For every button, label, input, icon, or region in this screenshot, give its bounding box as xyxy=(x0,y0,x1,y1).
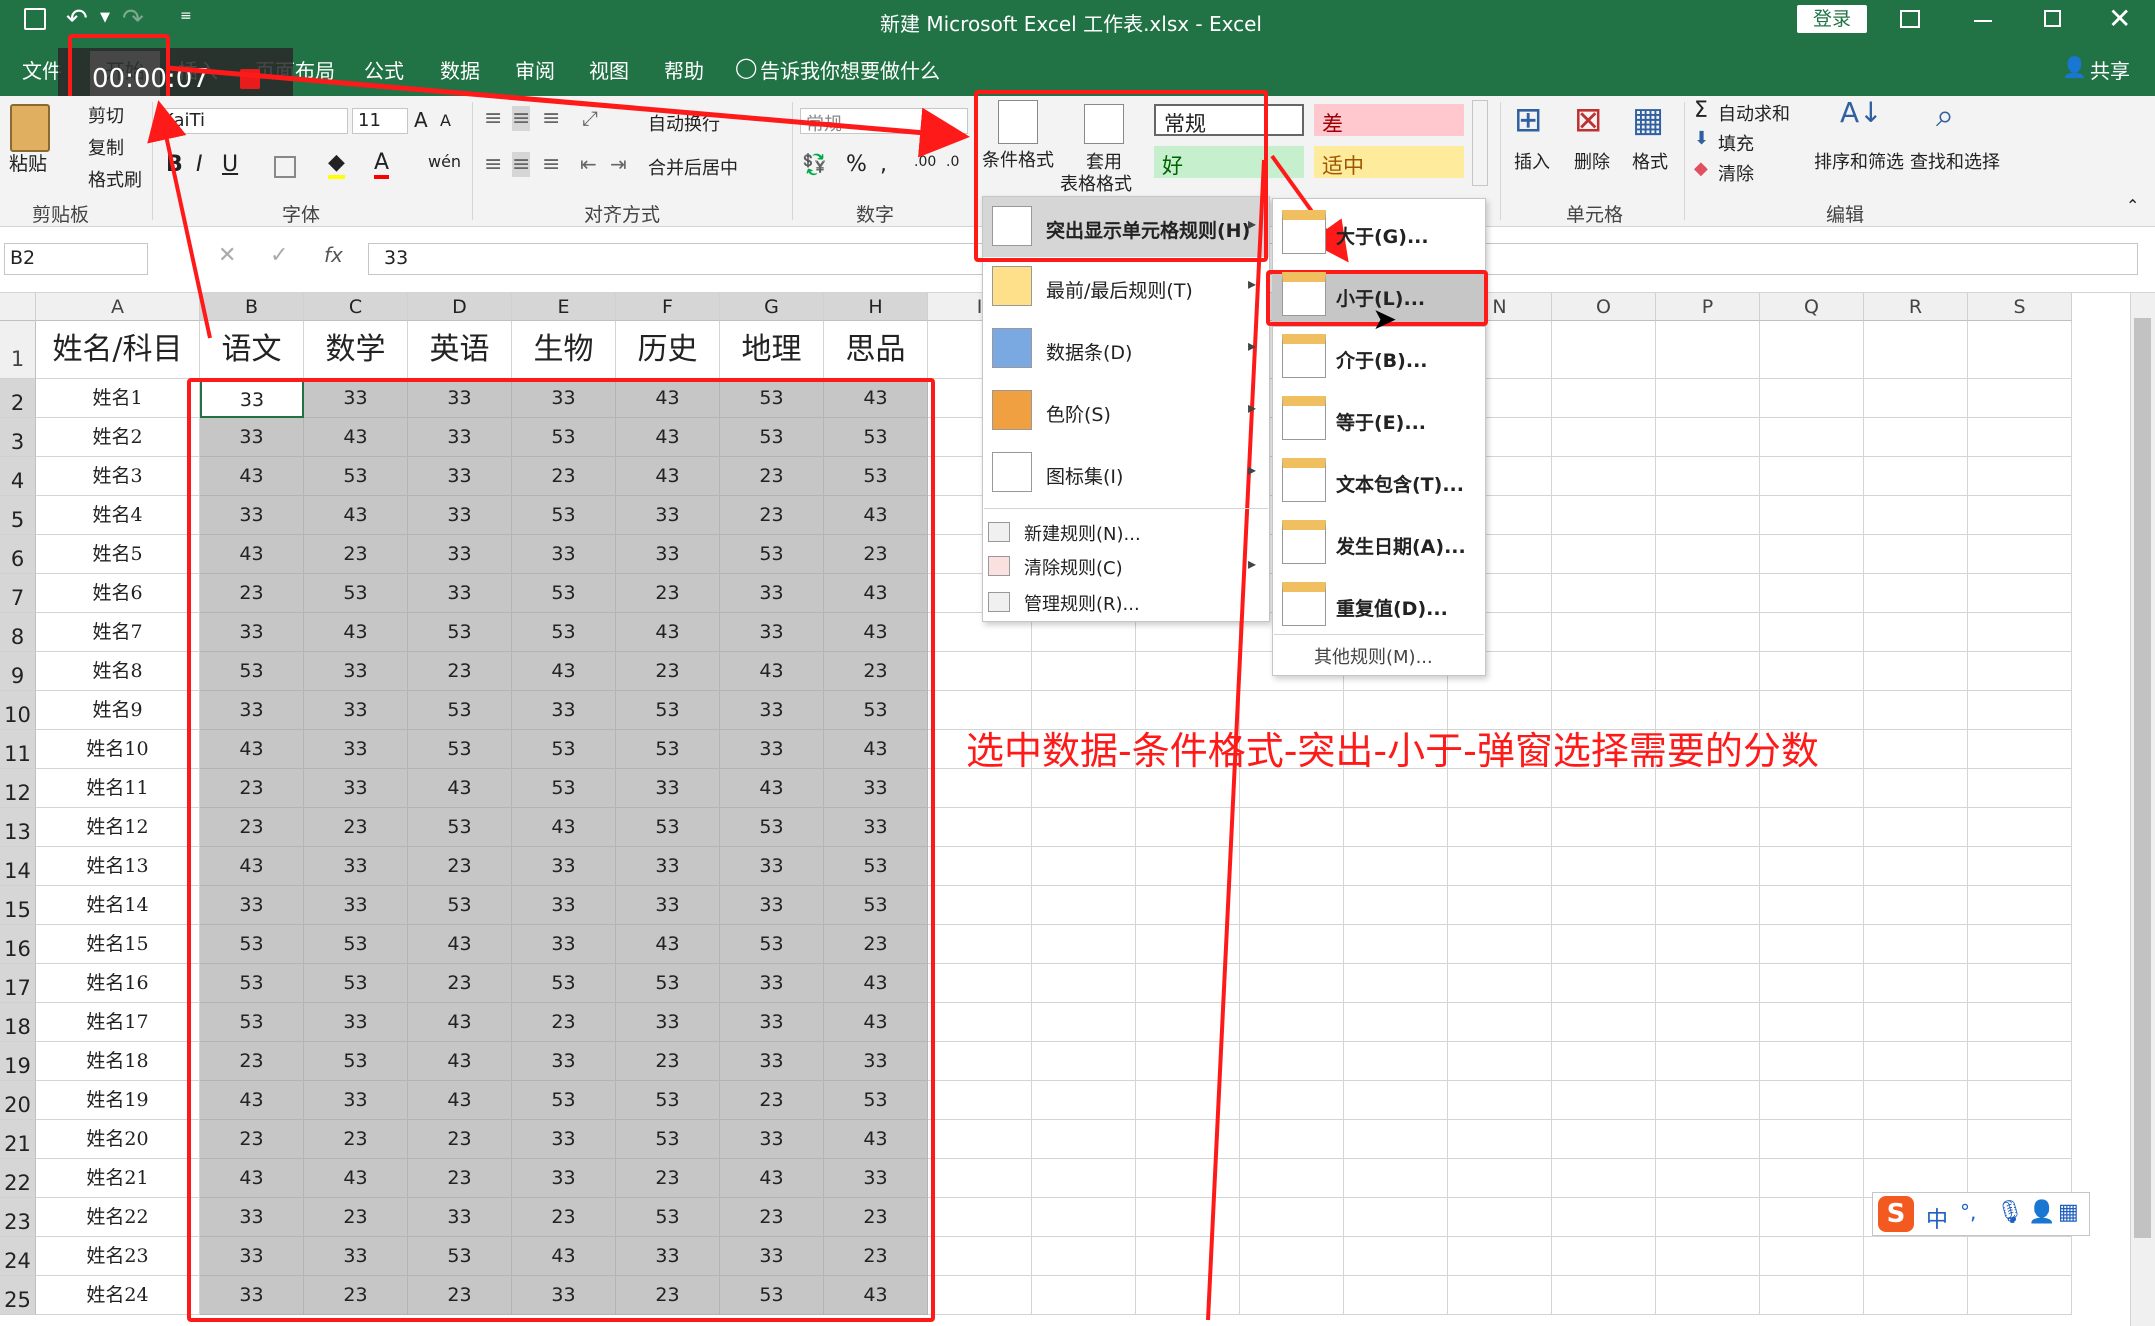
menu-item-6[interactable]: 清除规则(C) xyxy=(1024,554,1123,580)
submenu-item-2[interactable]: 介于(B)... xyxy=(1336,346,1428,373)
annotation-arrows xyxy=(147,65,1349,1321)
date-occurring-icon xyxy=(1282,520,1326,564)
equal-to-icon xyxy=(1282,396,1326,440)
submenu-item-4[interactable]: 文本包含(T)... xyxy=(1336,470,1464,497)
menu-item-2[interactable]: 数据条(D) xyxy=(1046,338,1132,365)
between-icon xyxy=(1282,334,1326,378)
ime-grid-icon[interactable]: ▦ xyxy=(2058,1200,2079,1225)
highlight-rules-icon xyxy=(992,206,1032,246)
manage-rules-icon xyxy=(988,592,1010,612)
submenu-item-6[interactable]: 重复值(D)... xyxy=(1336,594,1448,621)
menu-item-1[interactable]: 最前/最后规则(T) xyxy=(1046,276,1193,303)
ime-lang[interactable]: 中 xyxy=(1926,1202,1948,1234)
annotation-text: 选中数据-条件格式-突出-小于-弹窗选择需要的分数 xyxy=(966,729,1819,773)
submenu-item-1[interactable]: 小于(L)... xyxy=(1336,284,1425,311)
sogou-icon[interactable]: S xyxy=(1878,1196,1914,1232)
color-scales-icon xyxy=(992,390,1032,430)
submenu-more-rules[interactable]: 其他规则(M)... xyxy=(1314,643,1433,669)
submenu-arrow-icon: ▸ xyxy=(1248,336,1257,355)
ime-user-icon[interactable]: 👤 xyxy=(2028,1200,2055,1225)
menu-separator xyxy=(984,508,1268,509)
data-bars-icon xyxy=(992,328,1032,368)
submenu-arrow-icon: ▸ xyxy=(1248,460,1257,479)
menu-item-5[interactable]: 新建规则(N)... xyxy=(1024,520,1141,546)
menu-item-3[interactable]: 色阶(S) xyxy=(1046,400,1111,427)
menu-item-4[interactable]: 图标集(I) xyxy=(1046,462,1123,489)
menu-item-0[interactable]: 突出显示单元格规则(H) xyxy=(1046,216,1250,243)
menu-item-7[interactable]: 管理规则(R)... xyxy=(1024,590,1140,616)
submenu-item-0[interactable]: 大于(G)... xyxy=(1336,222,1429,249)
microphone-icon[interactable]: 🎙 xyxy=(1996,1200,2024,1225)
submenu-item-3[interactable]: 等于(E)... xyxy=(1336,408,1426,435)
top-bottom-rules-icon xyxy=(992,266,1032,306)
icon-sets-icon xyxy=(992,452,1032,492)
text-contains-icon xyxy=(1282,458,1326,502)
arrow-range-to-timer xyxy=(147,100,212,339)
submenu-arrow-icon: ▸ xyxy=(1248,554,1257,573)
ime-punct[interactable]: °, xyxy=(1960,1200,1976,1224)
submenu-arrow-icon: ▸ xyxy=(1248,274,1257,293)
submenu-arrow-icon: ▸ xyxy=(1248,214,1257,233)
submenu-separator xyxy=(1274,634,1484,635)
greater-than-icon xyxy=(1282,210,1326,254)
less-than-icon xyxy=(1282,272,1326,316)
new-rule-icon xyxy=(988,522,1010,542)
submenu-item-5[interactable]: 发生日期(A)... xyxy=(1336,532,1466,559)
clear-rules-icon xyxy=(988,556,1010,576)
submenu-arrow-icon: ▸ xyxy=(1248,398,1257,417)
scroll-thumb[interactable] xyxy=(2134,318,2151,1238)
arrow-timer-to-cond xyxy=(167,65,970,158)
duplicate-values-icon xyxy=(1282,582,1326,626)
